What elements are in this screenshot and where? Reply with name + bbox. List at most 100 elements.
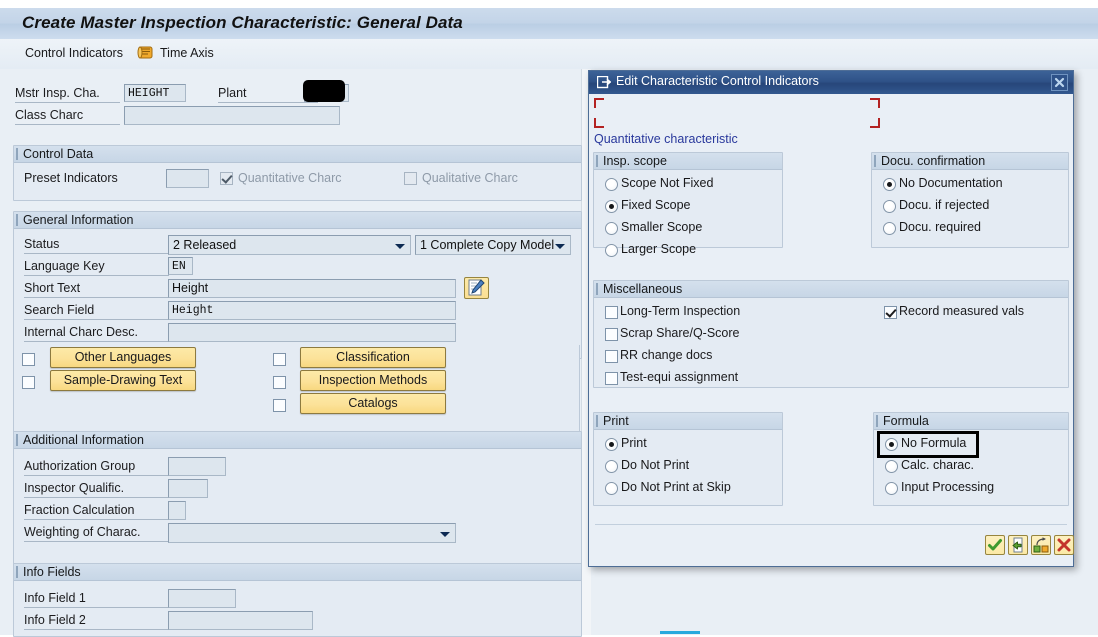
checkbox-other-languages[interactable] xyxy=(22,353,35,366)
short-text-edit-button[interactable] xyxy=(464,277,489,299)
weighting-of-charac-label: Weighting of Charac. xyxy=(24,525,169,542)
frame-corner-top-left xyxy=(594,98,604,108)
group-marker xyxy=(16,566,18,578)
radio-docu-required-label: Docu. required xyxy=(899,220,981,234)
close-icon xyxy=(1052,75,1067,90)
group-marker xyxy=(16,148,18,160)
red-x-icon xyxy=(1055,536,1073,554)
bottom-progress-indicator xyxy=(660,631,700,634)
application-title-bar: Create Master Inspection Characteristic:… xyxy=(0,8,1098,40)
short-text-input[interactable]: Height xyxy=(168,279,456,298)
status-dropdown[interactable]: 2 Released xyxy=(168,235,411,255)
radio-print[interactable] xyxy=(605,438,618,451)
radio-no-documentation[interactable] xyxy=(883,178,896,191)
frame-corner-top-right xyxy=(870,98,880,108)
toolbar-button-control-indicators[interactable]: Control Indicators xyxy=(25,46,123,60)
chevron-down-icon xyxy=(395,244,405,249)
copy-model-dropdown[interactable]: 1 Complete Copy Model xyxy=(415,235,571,255)
checkbox-inspection-methods[interactable] xyxy=(273,376,286,389)
checkbox-sample-drawing-text[interactable] xyxy=(22,376,35,389)
language-key-label: Language Key xyxy=(24,259,169,276)
authorization-group-label: Authorization Group xyxy=(24,459,169,476)
info-field-1-input[interactable] xyxy=(168,589,236,608)
radio-smaller-scope[interactable] xyxy=(605,222,618,235)
group-info-fields: Info Fields Info Field 1 Info Field 2 xyxy=(13,563,582,637)
chevron-down-icon xyxy=(440,532,450,537)
dialog-transfer-button[interactable] xyxy=(1031,535,1051,555)
preset-indicators-input[interactable] xyxy=(166,169,209,188)
fraction-calculation-input[interactable] xyxy=(168,501,186,520)
group-print: Print Print Do Not Print Do Not Print at… xyxy=(593,412,783,506)
group-formula-header: Formula xyxy=(874,413,1068,430)
radio-scope-not-fixed[interactable] xyxy=(605,178,618,191)
checkbox-scrap-share-q-score[interactable] xyxy=(605,328,618,341)
group-additional-information-title: Additional Information xyxy=(23,433,144,447)
group-marker xyxy=(596,415,598,427)
dialog-close-button[interactable] xyxy=(1051,74,1068,91)
radio-fixed-scope[interactable] xyxy=(605,200,618,213)
info-field-2-input[interactable] xyxy=(168,611,313,630)
radio-input-processing-label: Input Processing xyxy=(901,480,994,494)
dialog-body: Quantitative characteristic Insp. scope … xyxy=(589,94,1073,568)
button-sample-drawing-text[interactable]: Sample-Drawing Text xyxy=(50,370,196,391)
internal-charc-desc-input[interactable] xyxy=(168,323,456,342)
group-general-information-title: General Information xyxy=(23,213,133,227)
quantitative-charc-checkbox[interactable] xyxy=(220,172,233,185)
checkbox-rr-change-docs[interactable] xyxy=(605,350,618,363)
radio-no-formula[interactable] xyxy=(885,438,898,451)
weighting-of-charac-dropdown[interactable] xyxy=(168,523,456,543)
radio-do-not-print-at-skip-label: Do Not Print at Skip xyxy=(621,480,731,494)
radio-do-not-print[interactable] xyxy=(605,460,618,473)
dialog-title: Edit Characteristic Control Indicators xyxy=(616,74,819,88)
dialog-cancel-button[interactable] xyxy=(1054,535,1074,555)
frame-corner-bottom-right xyxy=(870,118,880,128)
preset-indicators-label: Preset Indicators xyxy=(24,171,164,187)
qualitative-charc-label: Qualitative Charc xyxy=(422,171,518,185)
group-marker xyxy=(596,283,598,295)
group-control-data: Control Data Preset Indicators Quantitat… xyxy=(13,145,582,201)
dialog-footer-divider xyxy=(595,524,1067,525)
checkbox-long-term-inspection[interactable] xyxy=(605,306,618,319)
button-inspection-methods[interactable]: Inspection Methods xyxy=(300,370,446,391)
radio-docu-if-rejected[interactable] xyxy=(883,200,896,213)
group-info-fields-header: Info Fields xyxy=(14,564,581,581)
mstr-insp-cha-input[interactable]: HEIGHT xyxy=(124,84,186,102)
radio-docu-required[interactable] xyxy=(883,222,896,235)
group-insp-scope-title: Insp. scope xyxy=(603,154,667,168)
dialog-continue-button[interactable] xyxy=(985,535,1005,555)
checkbox-long-term-inspection-label: Long-Term Inspection xyxy=(620,304,740,318)
qualitative-charc-checkbox[interactable] xyxy=(404,172,417,185)
dialog-copy-button[interactable] xyxy=(1008,535,1028,555)
checkbox-record-measured-vals[interactable] xyxy=(884,306,897,319)
group-additional-information-header: Additional Information xyxy=(14,432,581,449)
toolbar-button-time-axis[interactable]: Time Axis xyxy=(160,46,214,60)
radio-larger-scope[interactable] xyxy=(605,244,618,257)
button-other-languages[interactable]: Other Languages xyxy=(50,347,196,368)
header-field-area: Mstr Insp. Cha. HEIGHT Plant Class Charc xyxy=(0,69,590,139)
mstr-insp-cha-label: Mstr Insp. Cha. xyxy=(15,86,120,103)
group-miscellaneous: Miscellaneous Long-Term Inspection Scrap… xyxy=(593,280,1069,388)
button-classification[interactable]: Classification xyxy=(300,347,446,368)
button-catalogs[interactable]: Catalogs xyxy=(300,393,446,414)
group-miscellaneous-title: Miscellaneous xyxy=(603,282,682,296)
authorization-group-input[interactable] xyxy=(168,457,226,476)
radio-larger-scope-label: Larger Scope xyxy=(621,242,696,256)
group-control-data-header: Control Data xyxy=(14,146,581,163)
checkbox-catalogs[interactable] xyxy=(273,399,286,412)
radio-do-not-print-at-skip[interactable] xyxy=(605,482,618,495)
info-field-2-label: Info Field 2 xyxy=(24,613,169,630)
checkbox-classification[interactable] xyxy=(273,353,286,366)
page-title: Create Master Inspection Characteristic:… xyxy=(22,13,463,33)
checkbox-test-equi-assignment[interactable] xyxy=(605,372,618,385)
radio-calc-charac[interactable] xyxy=(885,460,898,473)
group-insp-scope-header: Insp. scope xyxy=(594,153,782,170)
group-marker xyxy=(16,214,18,226)
radio-input-processing[interactable] xyxy=(885,482,898,495)
search-field-input[interactable]: Height xyxy=(168,301,456,320)
dialog-title-bar[interactable]: Edit Characteristic Control Indicators xyxy=(589,71,1073,94)
application-toolbar: Control Indicators Time Axis xyxy=(0,39,1098,70)
language-key-input[interactable]: EN xyxy=(168,257,193,275)
inspector-qualific-input[interactable] xyxy=(168,479,208,498)
class-charc-input[interactable] xyxy=(124,106,340,125)
group-info-fields-title: Info Fields xyxy=(23,565,81,579)
